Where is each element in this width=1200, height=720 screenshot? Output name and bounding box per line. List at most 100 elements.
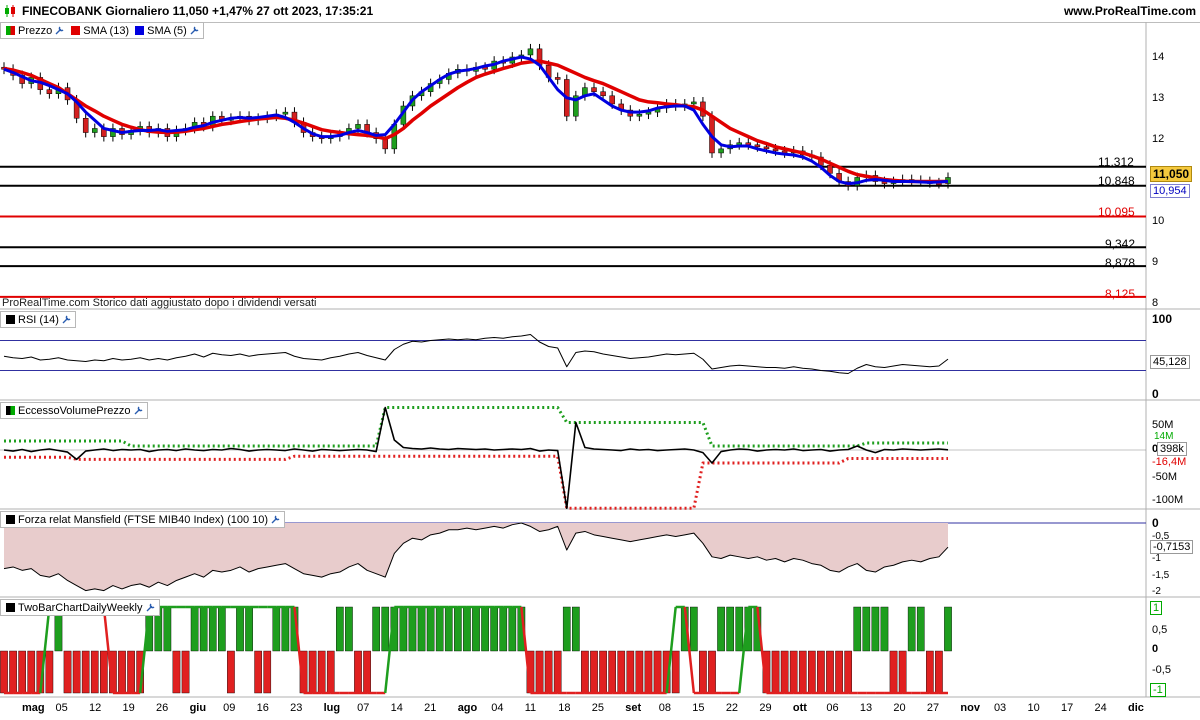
twobar-bar [944, 606, 952, 652]
twobar-legend[interactable]: TwoBarChartDailyWeekly [0, 599, 160, 616]
twobar-bar [780, 650, 789, 694]
twobar-bar [699, 650, 707, 694]
mansfield-tick: -1 [1152, 553, 1161, 564]
x-axis-label: 23 [290, 702, 303, 714]
candle-body [527, 48, 534, 56]
twobar-bar [463, 606, 471, 652]
twobar-bar [771, 650, 780, 694]
wrench-icon[interactable] [61, 314, 72, 325]
twobar-bar [372, 606, 380, 652]
x-axis-label: 04 [491, 702, 504, 714]
candle-body [636, 113, 643, 117]
wrench-icon[interactable] [270, 514, 281, 525]
rsi-tick: 0 [1152, 387, 1159, 401]
mansfield-value-badge: -0,7153 [1150, 540, 1194, 554]
sma13-label: SMA (13) [83, 24, 130, 37]
candle-body [754, 144, 761, 148]
rsi-tick: 100 [1152, 312, 1173, 326]
x-axis-label: 17 [1060, 702, 1074, 714]
twobar-bar [907, 606, 916, 652]
x-axis-label: ott [792, 702, 807, 714]
x-axis-label: 16 [256, 702, 269, 714]
x-axis-label: 09 [223, 702, 236, 714]
x-axis-label: 10 [1027, 702, 1040, 714]
twobar-bar [263, 650, 272, 694]
candle-body [600, 91, 606, 97]
twobar-bar [590, 650, 598, 694]
twobar-bar [163, 606, 172, 652]
twobar-bar [553, 650, 562, 694]
wrench-icon[interactable] [133, 405, 144, 416]
twobar-bar [935, 650, 943, 694]
twobar-bar [626, 650, 635, 694]
price-legend-label: Prezzo [18, 24, 53, 37]
volume-legend-label: EccessoVolumePrezzo [18, 404, 131, 417]
twobar-bar [544, 650, 553, 694]
volume-lower-badge: -16,4M [1152, 456, 1187, 468]
x-axis-label: 13 [859, 702, 873, 714]
x-axis-label: 05 [55, 702, 68, 714]
twobar-bar [508, 606, 517, 652]
mansfield-swatch [6, 515, 15, 524]
wrench-icon[interactable] [145, 602, 156, 613]
twobar-tick: 0,5 [1152, 624, 1168, 636]
sma13-line [3, 59, 948, 184]
x-axis-label: 18 [558, 702, 571, 714]
twobar-bar [853, 606, 862, 652]
twobar-bar [317, 650, 326, 694]
rsi-legend[interactable]: RSI (14) [0, 311, 76, 328]
x-axis-label: 21 [424, 702, 437, 714]
twobar-bar [835, 650, 843, 694]
candle-body [718, 148, 724, 154]
twobar-bar [100, 650, 108, 694]
x-axis-label: 07 [357, 702, 370, 714]
level-label: 11,312 [1098, 155, 1134, 169]
twobar-bar [9, 650, 17, 694]
candle-body [745, 142, 752, 146]
twobar-bar [190, 606, 199, 652]
twobar-bar [381, 606, 390, 652]
wrench-icon[interactable] [54, 25, 65, 36]
twobar-bar [444, 606, 453, 652]
x-axis-label: 08 [658, 702, 672, 714]
twobar-bar [789, 650, 798, 694]
twobar-bar [889, 650, 898, 694]
twobar-top-badge: 1 [1150, 601, 1163, 615]
twobar-bar [308, 650, 317, 694]
x-axis-label: 06 [826, 702, 839, 714]
twobar-bar [808, 650, 816, 694]
twobar-bar [635, 650, 644, 694]
twobar-bar [717, 606, 725, 652]
x-axis-label: ago [457, 702, 478, 714]
twobar-bar [127, 650, 135, 694]
candle-body [46, 89, 53, 94]
twobar-bar [499, 606, 508, 652]
candle-body [763, 146, 770, 150]
chart-canvas [0, 22, 1200, 698]
twobar-bar [916, 606, 925, 652]
twobar-bar [27, 650, 36, 694]
price-legend[interactable]: Prezzo SMA (13) SMA (5) [0, 22, 204, 39]
volume-tick: 50M [1152, 419, 1174, 431]
twobar-bar [798, 650, 807, 694]
twobar-bar [490, 606, 498, 652]
mansfield-legend[interactable]: Forza relat Mansfield (FTSE MIB40 Index)… [0, 511, 286, 528]
volume-legend[interactable]: EccessoVolumePrezzo [0, 402, 148, 419]
twobar-bar [735, 606, 744, 652]
candle-body [355, 124, 361, 129]
twobar-bar [236, 606, 244, 652]
x-axis-label: 15 [692, 702, 705, 714]
twobar-bar [90, 650, 99, 694]
rsi-value-badge: 45,128 [1150, 355, 1190, 369]
twobar-bar [817, 650, 825, 694]
twobar-bar [408, 606, 417, 652]
twobar-bar [572, 606, 580, 652]
wrench-icon[interactable] [189, 25, 200, 36]
candle-body [591, 87, 597, 92]
volume-tick: -50M [1152, 471, 1178, 483]
x-axis-label: dic [1128, 702, 1144, 714]
x-axis-label: 26 [156, 702, 169, 714]
twobar-bar [63, 650, 72, 694]
twobar-bar [218, 606, 226, 652]
twobar-bar [898, 650, 907, 694]
